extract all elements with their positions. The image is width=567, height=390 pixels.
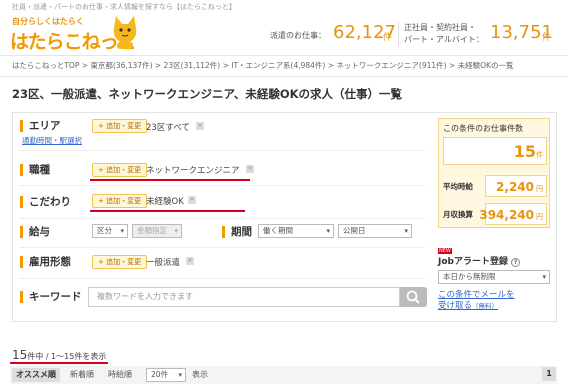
job-alert-title: Jobアラート登録 ? bbox=[438, 254, 521, 267]
mascot-cat-icon bbox=[113, 16, 137, 49]
help-icon[interactable]: ? bbox=[511, 258, 521, 267]
monthly-label: 月収換算 bbox=[443, 210, 473, 219]
area-add-button[interactable]: + 追加・変更 bbox=[92, 119, 148, 133]
employment-add-button[interactable]: + 追加・変更 bbox=[92, 255, 148, 269]
dispatch-jobs-label: 派遣のお仕事： bbox=[270, 31, 326, 40]
period-label: 期間 bbox=[222, 226, 252, 238]
row-divider bbox=[20, 185, 426, 186]
search-button[interactable] bbox=[400, 287, 427, 307]
period-select[interactable]: 働く期間 ▾ bbox=[258, 224, 334, 238]
row-divider bbox=[20, 247, 426, 248]
job-count: 15 bbox=[513, 142, 536, 161]
hourly-value-box: 2,240 円 bbox=[485, 175, 547, 197]
result-count-underline bbox=[10, 362, 108, 364]
sort-new-tab[interactable]: 新着順 bbox=[70, 369, 94, 380]
other-jobs-label: 正社員・契約社員・ パート・アルバイト： bbox=[404, 23, 484, 44]
other-jobs-unit: 件 bbox=[542, 33, 552, 43]
row-divider bbox=[20, 150, 426, 151]
employment-remove-icon[interactable]: × bbox=[186, 257, 194, 265]
row-divider bbox=[20, 278, 426, 279]
salary-type-select[interactable]: 区分 ▾ bbox=[92, 224, 128, 238]
breadcrumb-divider bbox=[0, 76, 567, 77]
job-highlight-underline bbox=[90, 179, 250, 181]
kodawari-remove-icon[interactable]: × bbox=[188, 196, 196, 204]
kodawari-add-button[interactable]: + 追加・変更 bbox=[92, 194, 148, 208]
area-remove-icon[interactable]: × bbox=[196, 122, 204, 130]
sort-recommended-tab[interactable]: オススメ順 bbox=[12, 368, 60, 382]
per-page-select[interactable]: 20件 ▾ bbox=[146, 368, 186, 382]
job-count-unit: 件 bbox=[536, 151, 543, 159]
summary-title: この条件のお仕事件数 bbox=[443, 124, 523, 133]
area-label: エリア bbox=[20, 120, 61, 132]
dispatch-jobs-unit: 件 bbox=[383, 33, 393, 43]
breadcrumb[interactable]: はたらこねっとTOP > 東京都(36,137件) > 23区(31,112件)… bbox=[12, 60, 513, 71]
monthly-value-box: 394,240 円 bbox=[479, 203, 547, 225]
alert-subscribe-link[interactable]: この条件でメールを 受け取る（無料） bbox=[438, 290, 515, 312]
alert-period-select[interactable]: 本日から無制限 ▾ bbox=[438, 270, 550, 284]
job-label: 職種 bbox=[20, 164, 50, 176]
salary-amount-select[interactable]: 金額指定 ▾ bbox=[132, 224, 182, 238]
start-date-select[interactable]: 公開日 ▾ bbox=[338, 224, 412, 238]
sort-wage-tab[interactable]: 時給順 bbox=[108, 369, 132, 380]
keyword-input[interactable]: 複数ワードを入力できます bbox=[88, 287, 400, 307]
area-value: 23区すべて bbox=[146, 123, 190, 133]
monthly-unit: 円 bbox=[536, 213, 543, 221]
hourly-unit: 円 bbox=[536, 185, 543, 193]
job-remove-icon[interactable]: × bbox=[246, 165, 254, 173]
employment-value: 一般派遣 bbox=[146, 258, 181, 268]
hourly-label: 平均時給 bbox=[443, 182, 473, 191]
employment-label: 雇用形態 bbox=[20, 256, 71, 268]
monthly-value: 394,240 bbox=[479, 208, 534, 222]
row-divider bbox=[20, 218, 426, 219]
job-value: ネットワークエンジニア bbox=[146, 166, 240, 176]
job-count-box: 15 件 bbox=[443, 137, 547, 165]
result-count: 15件中 / 1〜15件を表示 bbox=[12, 348, 107, 362]
job-add-button[interactable]: + 追加・変更 bbox=[92, 163, 148, 177]
page-title: 23区、一般派遣、ネットワークエンジニア、未経験OKの求人（仕事）一覧 bbox=[12, 87, 403, 101]
salary-label: 給与 bbox=[20, 226, 50, 238]
kodawari-value: 未経験OK bbox=[146, 197, 184, 207]
logo-tagline: 自分らしくはたらく bbox=[12, 17, 84, 26]
page-number[interactable]: 1 bbox=[542, 367, 556, 381]
header-divider bbox=[0, 55, 567, 56]
kodawari-label: こだわり bbox=[20, 196, 71, 208]
summary-box: この条件のお仕事件数 15 件 平均時給 2,240 円 月収換算 394,24… bbox=[438, 118, 550, 228]
search-icon bbox=[406, 290, 420, 304]
hourly-value: 2,240 bbox=[496, 180, 534, 194]
site-tagline: 社員・派遣・パートのお仕事・求人情報を探すなら【はたらこねっと】 bbox=[12, 3, 236, 11]
kodawari-highlight-underline bbox=[90, 210, 245, 212]
display-label: 表示 bbox=[192, 370, 208, 379]
stat-divider bbox=[398, 22, 399, 46]
commute-link[interactable]: 通勤時間・駅選択 bbox=[22, 135, 82, 146]
keyword-label: キーワード bbox=[20, 291, 82, 303]
